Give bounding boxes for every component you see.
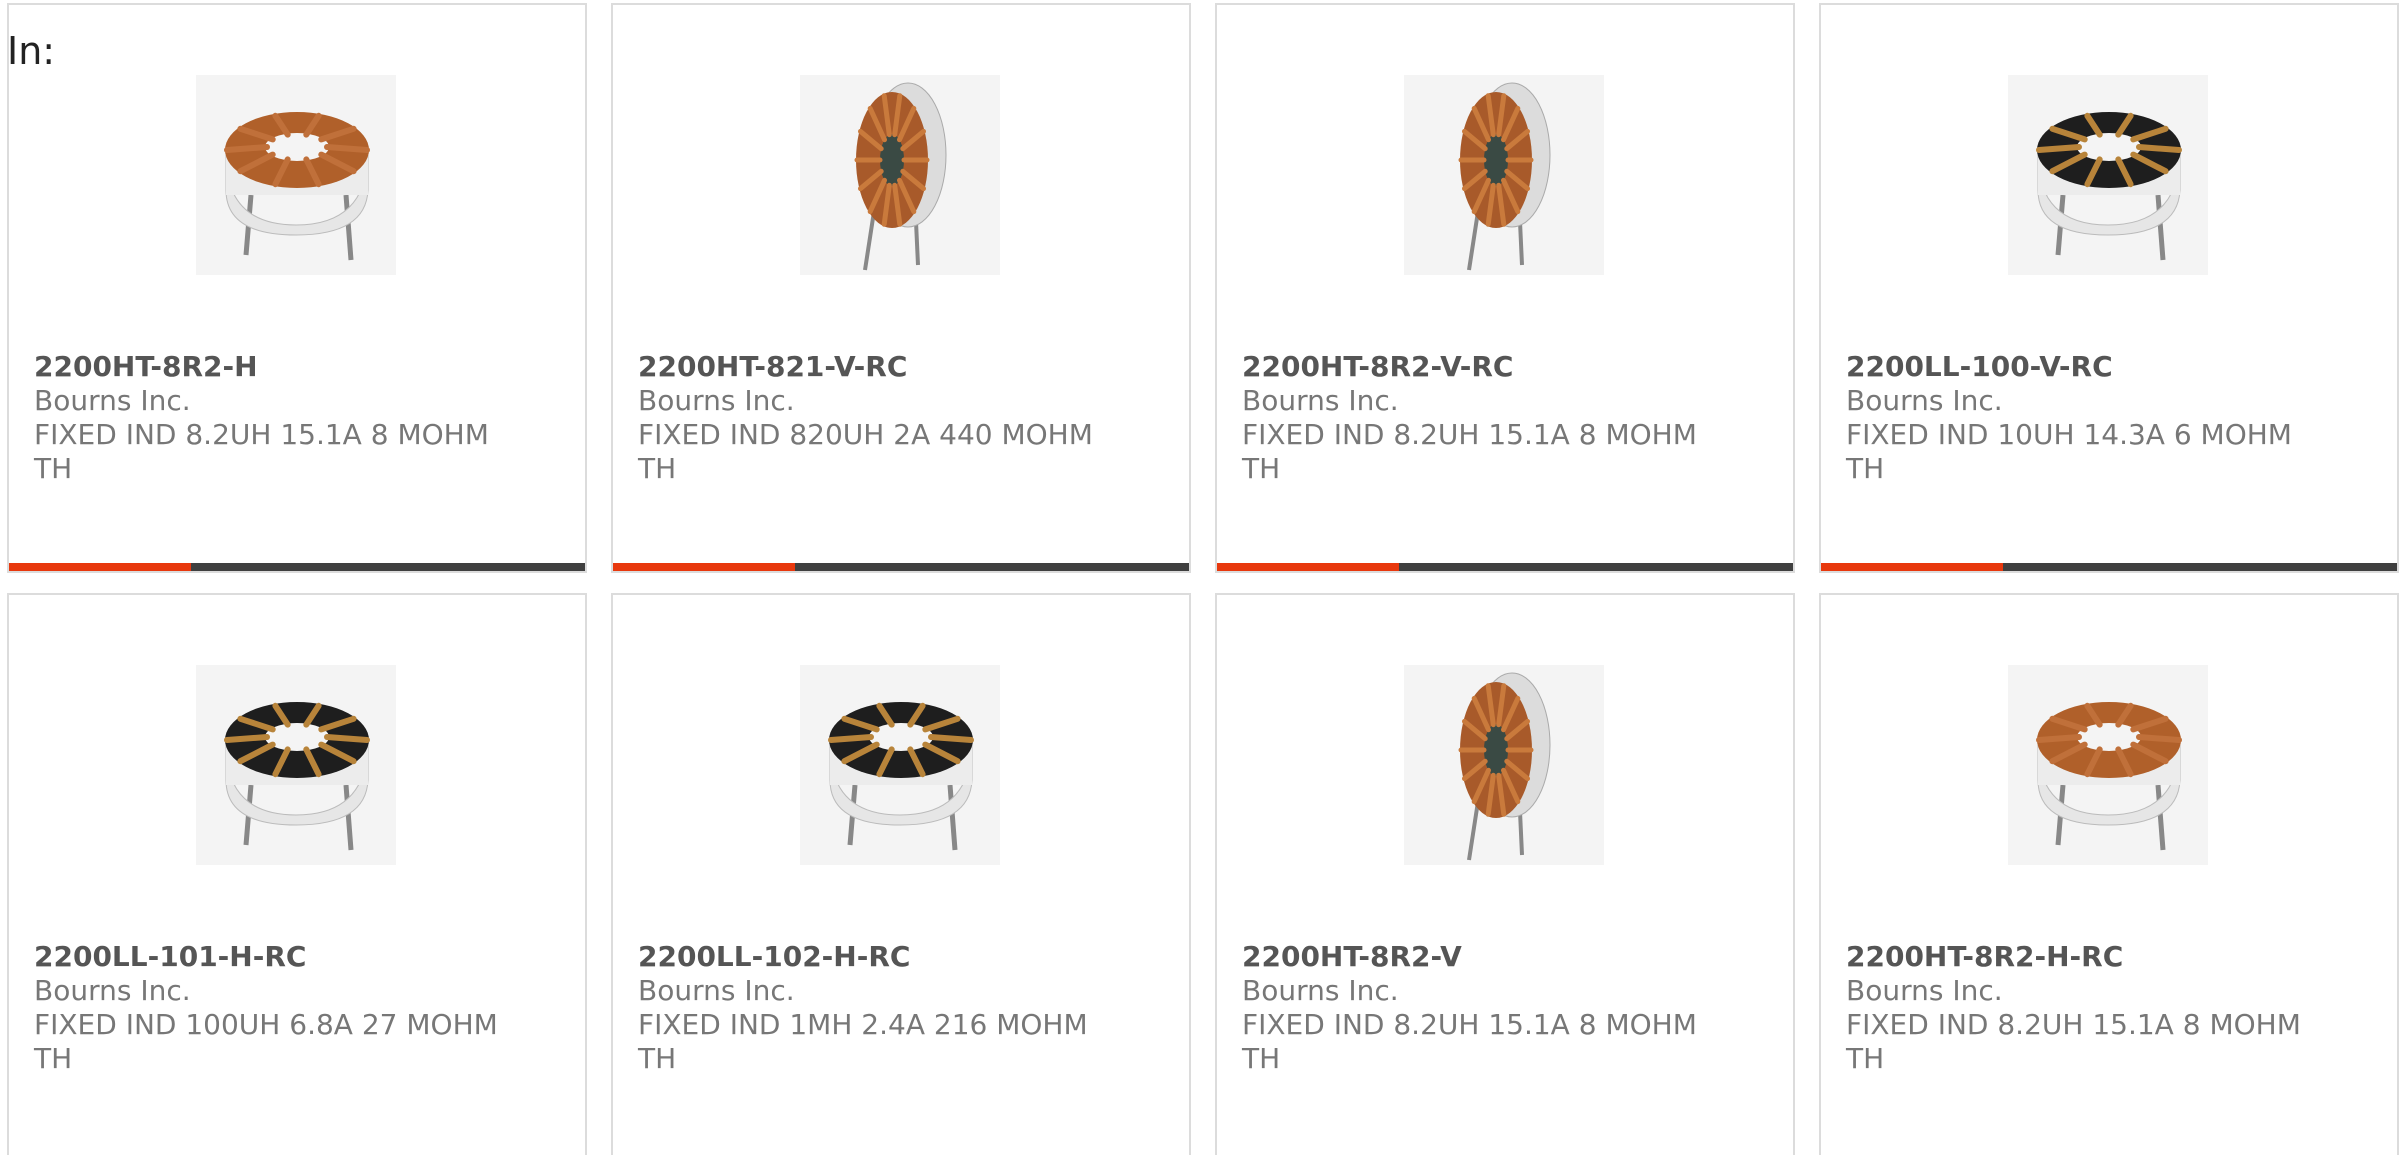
manufacturer: Bourns Inc. [34, 384, 191, 417]
product-card[interactable]: 2200HT-8R2-V Bourns Inc. FIXED IND 8.2UH… [1215, 593, 1795, 1155]
card-progress-accent [1821, 563, 2003, 571]
manufacturer: Bourns Inc. [638, 384, 795, 417]
product-card[interactable]: 2200LL-101-H-RC Bourns Inc. FIXED IND 10… [7, 593, 587, 1155]
product-image[interactable] [1404, 75, 1604, 275]
in-label: In: [7, 29, 56, 73]
manufacturer: Bourns Inc. [638, 974, 795, 1007]
product-image[interactable] [2008, 75, 2208, 275]
description: FIXED IND 100UH 6.8A 27 MOHM TH [34, 1008, 498, 1075]
manufacturer: Bourns Inc. [34, 974, 191, 1007]
description: FIXED IND 10UH 14.3A 6 MOHM TH [1846, 418, 2292, 485]
product-image[interactable] [196, 75, 396, 275]
manufacturer: Bourns Inc. [1242, 384, 1399, 417]
product-card[interactable]: 2200HT-8R2-H Bourns Inc. FIXED IND 8.2UH… [7, 3, 587, 573]
product-image[interactable] [800, 75, 1000, 275]
part-number[interactable]: 2200HT-8R2-V-RC [1242, 350, 1513, 384]
product-grid: 2200HT-8R2-H Bourns Inc. FIXED IND 8.2UH… [7, 3, 2400, 1155]
part-number[interactable]: 2200HT-821-V-RC [638, 350, 907, 384]
inductor-image-icon [800, 75, 1000, 275]
card-progress-bar [9, 563, 585, 571]
product-grid-page: In: 2200HT-8R2-H Bourns Inc. FIXED IND 8… [0, 0, 2400, 1155]
card-progress-accent [613, 563, 795, 571]
product-image[interactable] [196, 665, 396, 865]
inductor-image-icon [1404, 665, 1604, 865]
product-card[interactable]: 2200HT-8R2-H-RC Bourns Inc. FIXED IND 8.… [1819, 593, 2399, 1155]
product-card[interactable]: 2200LL-102-H-RC Bourns Inc. FIXED IND 1M… [611, 593, 1191, 1155]
product-image[interactable] [2008, 665, 2208, 865]
part-number[interactable]: 2200LL-100-V-RC [1846, 350, 2113, 384]
product-card[interactable]: 2200HT-821-V-RC Bourns Inc. FIXED IND 82… [611, 3, 1191, 573]
part-number[interactable]: 2200HT-8R2-H-RC [1846, 940, 2123, 974]
description: FIXED IND 8.2UH 15.1A 8 MOHM TH [1242, 1008, 1697, 1075]
manufacturer: Bourns Inc. [1846, 384, 2003, 417]
product-card[interactable]: 2200HT-8R2-V-RC Bourns Inc. FIXED IND 8.… [1215, 3, 1795, 573]
card-progress-accent [1217, 563, 1399, 571]
inductor-image-icon [196, 665, 396, 865]
inductor-image-icon [800, 665, 1000, 865]
description: FIXED IND 8.2UH 15.1A 8 MOHM TH [34, 418, 489, 485]
part-number[interactable]: 2200HT-8R2-H [34, 350, 258, 384]
description: FIXED IND 8.2UH 15.1A 8 MOHM TH [1846, 1008, 2301, 1075]
manufacturer: Bourns Inc. [1242, 974, 1399, 1007]
description: FIXED IND 8.2UH 15.1A 8 MOHM TH [1242, 418, 1697, 485]
product-card[interactable]: 2200LL-100-V-RC Bourns Inc. FIXED IND 10… [1819, 3, 2399, 573]
card-progress-bar [613, 563, 1189, 571]
inductor-image-icon [196, 75, 396, 275]
card-progress-bar [1821, 563, 2397, 571]
card-progress-accent [9, 563, 191, 571]
inductor-image-icon [2008, 75, 2208, 275]
product-image[interactable] [800, 665, 1000, 865]
card-progress-bar [1217, 563, 1793, 571]
part-number[interactable]: 2200LL-101-H-RC [34, 940, 306, 974]
part-number[interactable]: 2200HT-8R2-V [1242, 940, 1462, 974]
inductor-image-icon [1404, 75, 1604, 275]
inductor-image-icon [2008, 665, 2208, 865]
description: FIXED IND 1MH 2.4A 216 MOHM TH [638, 1008, 1088, 1075]
description: FIXED IND 820UH 2A 440 MOHM TH [638, 418, 1093, 485]
product-image[interactable] [1404, 665, 1604, 865]
part-number[interactable]: 2200LL-102-H-RC [638, 940, 910, 974]
manufacturer: Bourns Inc. [1846, 974, 2003, 1007]
